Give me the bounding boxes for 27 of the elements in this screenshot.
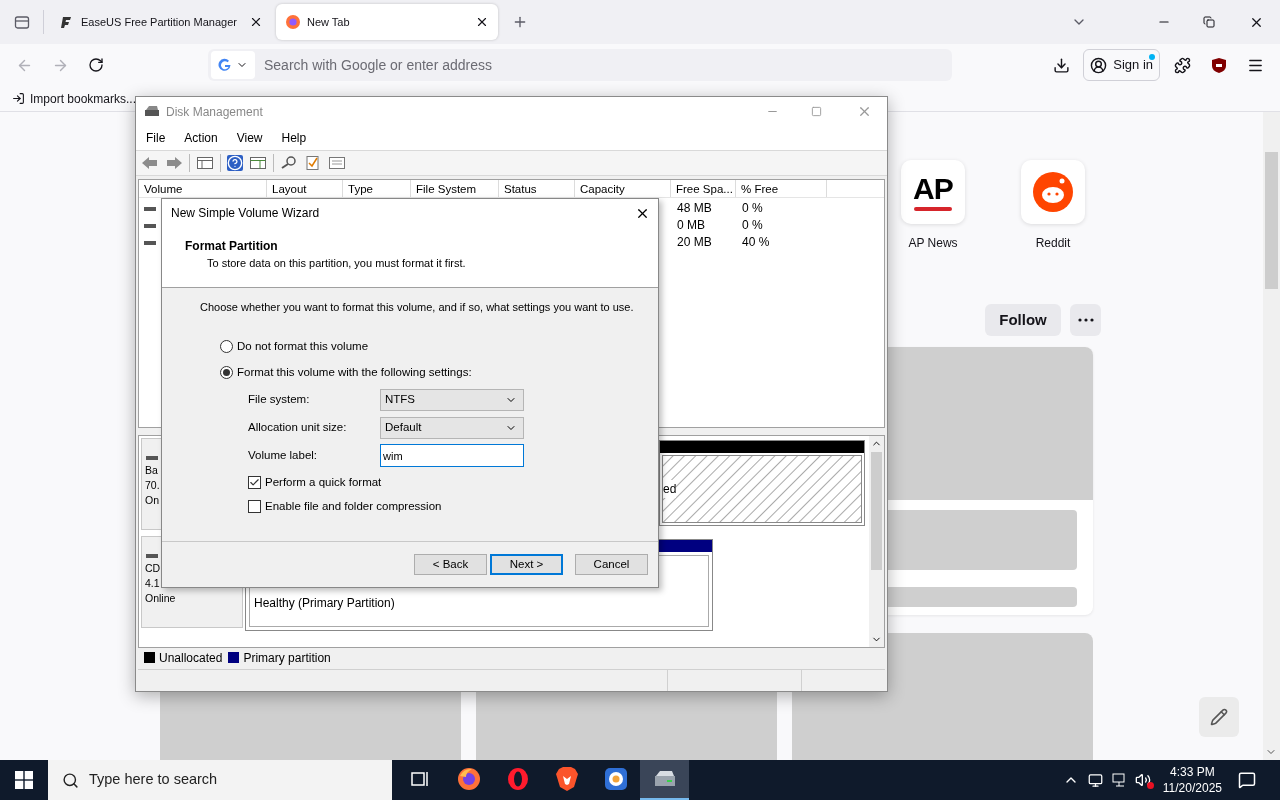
partition-text: Healthy (Primary Partition) (254, 595, 396, 613)
news-logo: AP (912, 173, 954, 211)
tab-title: New Tab (307, 14, 351, 30)
field-label: Volume label: (248, 447, 319, 463)
field-label: File system: (248, 391, 311, 407)
disk-info-text: On (145, 493, 159, 509)
disk-info-text: 4.1 (145, 576, 160, 592)
dialog-title: New Simple Volume Wizard (171, 205, 320, 222)
wizard-heading: Format Partition (185, 238, 278, 255)
disk-info-text: 70. (145, 478, 160, 494)
disk-info-text: Online (145, 591, 176, 607)
table-cell-text: 40 % (741, 234, 771, 252)
wizard-subheading: To store data on this partition, you must format it first. (207, 256, 466, 271)
instruction-text: Choose whether you want to format this volume, and if so, what settings you want to use. (200, 300, 634, 315)
partition-text: ed (663, 480, 677, 499)
table-cell-text: 48 MB (676, 200, 713, 218)
table-cell-text: 0 % (741, 200, 764, 218)
disk-info-text: CD (145, 561, 161, 577)
window-title: Disk Management (166, 103, 263, 121)
field-label: Allocation unit size: (248, 419, 348, 435)
legend-label: Unallocated (159, 649, 223, 667)
table-cell-text: 0 MB (676, 217, 706, 235)
legend-label: Primary partition (243, 649, 331, 667)
disk-info-text: Ba (145, 463, 158, 479)
tab-title: EaseUS Free Partition Manager (81, 14, 238, 30)
table-cell-text: 0 % (741, 217, 764, 235)
table-cell-text: 20 MB (676, 234, 713, 252)
